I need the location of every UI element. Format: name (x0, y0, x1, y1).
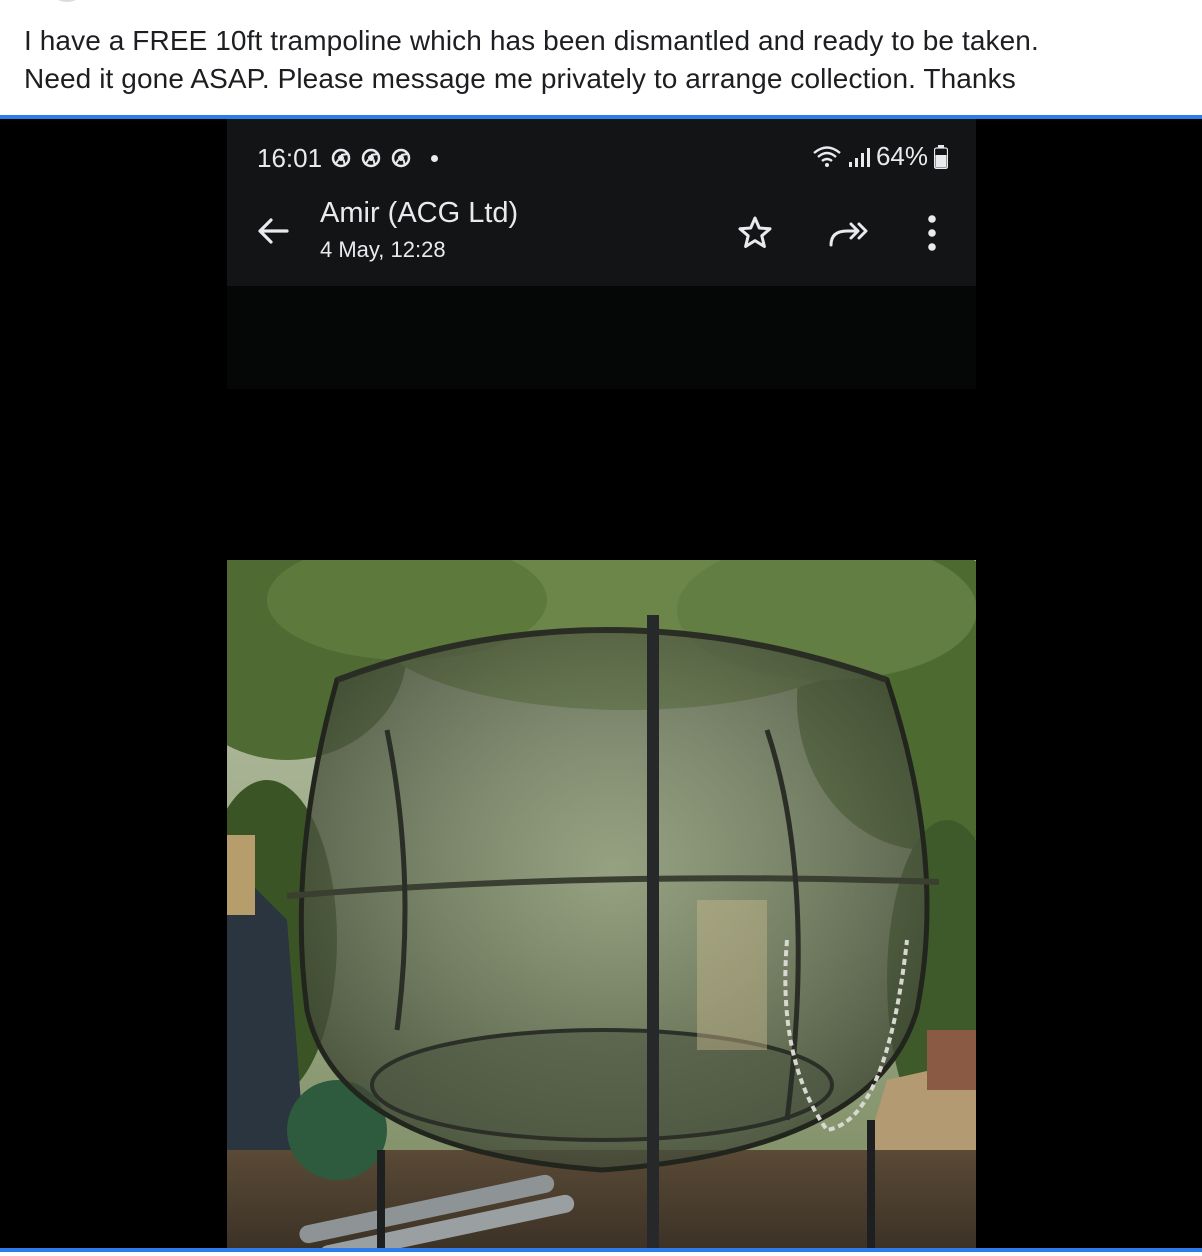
star-icon[interactable] (735, 213, 775, 253)
post-text-line-2: Need it gone ASAP. Please message me pri… (24, 63, 1016, 94)
signal-icon (848, 147, 870, 167)
post-body: I have a FREE 10ft trampoline which has … (24, 22, 1184, 98)
divider-bottom (0, 1248, 1202, 1252)
notification-dot-icon (431, 154, 438, 162)
battery-percent: 64% (875, 141, 928, 171)
post-image[interactable]: 16:01 64% Amir (ACG Ltd) 4 May, 12:28 (0, 119, 1202, 1248)
status-bar: 16:01 64% (227, 119, 976, 189)
battery-icon (934, 144, 948, 169)
avatar[interactable] (50, 0, 84, 2)
chrome-icon (331, 148, 351, 168)
more-vert-icon[interactable] (917, 211, 947, 255)
email-date: 4 May, 12:28 (320, 237, 446, 262)
post-text-line-1: I have a FREE 10ft trampoline which has … (24, 25, 1039, 56)
sender-name: Amir (ACG Ltd) (320, 197, 519, 229)
forward-all-icon[interactable] (825, 213, 873, 253)
wifi-icon (813, 145, 841, 167)
back-arrow-icon[interactable] (253, 211, 293, 251)
email-body-area (227, 286, 976, 389)
status-time: 16:01 (257, 143, 323, 173)
chrome-icon (361, 148, 381, 168)
phone-screenshot: 16:01 64% Amir (ACG Ltd) 4 May, 12:28 (227, 119, 976, 1248)
email-header: Amir (ACG Ltd) 4 May, 12:28 (227, 189, 976, 286)
chrome-icon (391, 148, 411, 168)
trampoline-photo[interactable] (227, 560, 976, 1248)
